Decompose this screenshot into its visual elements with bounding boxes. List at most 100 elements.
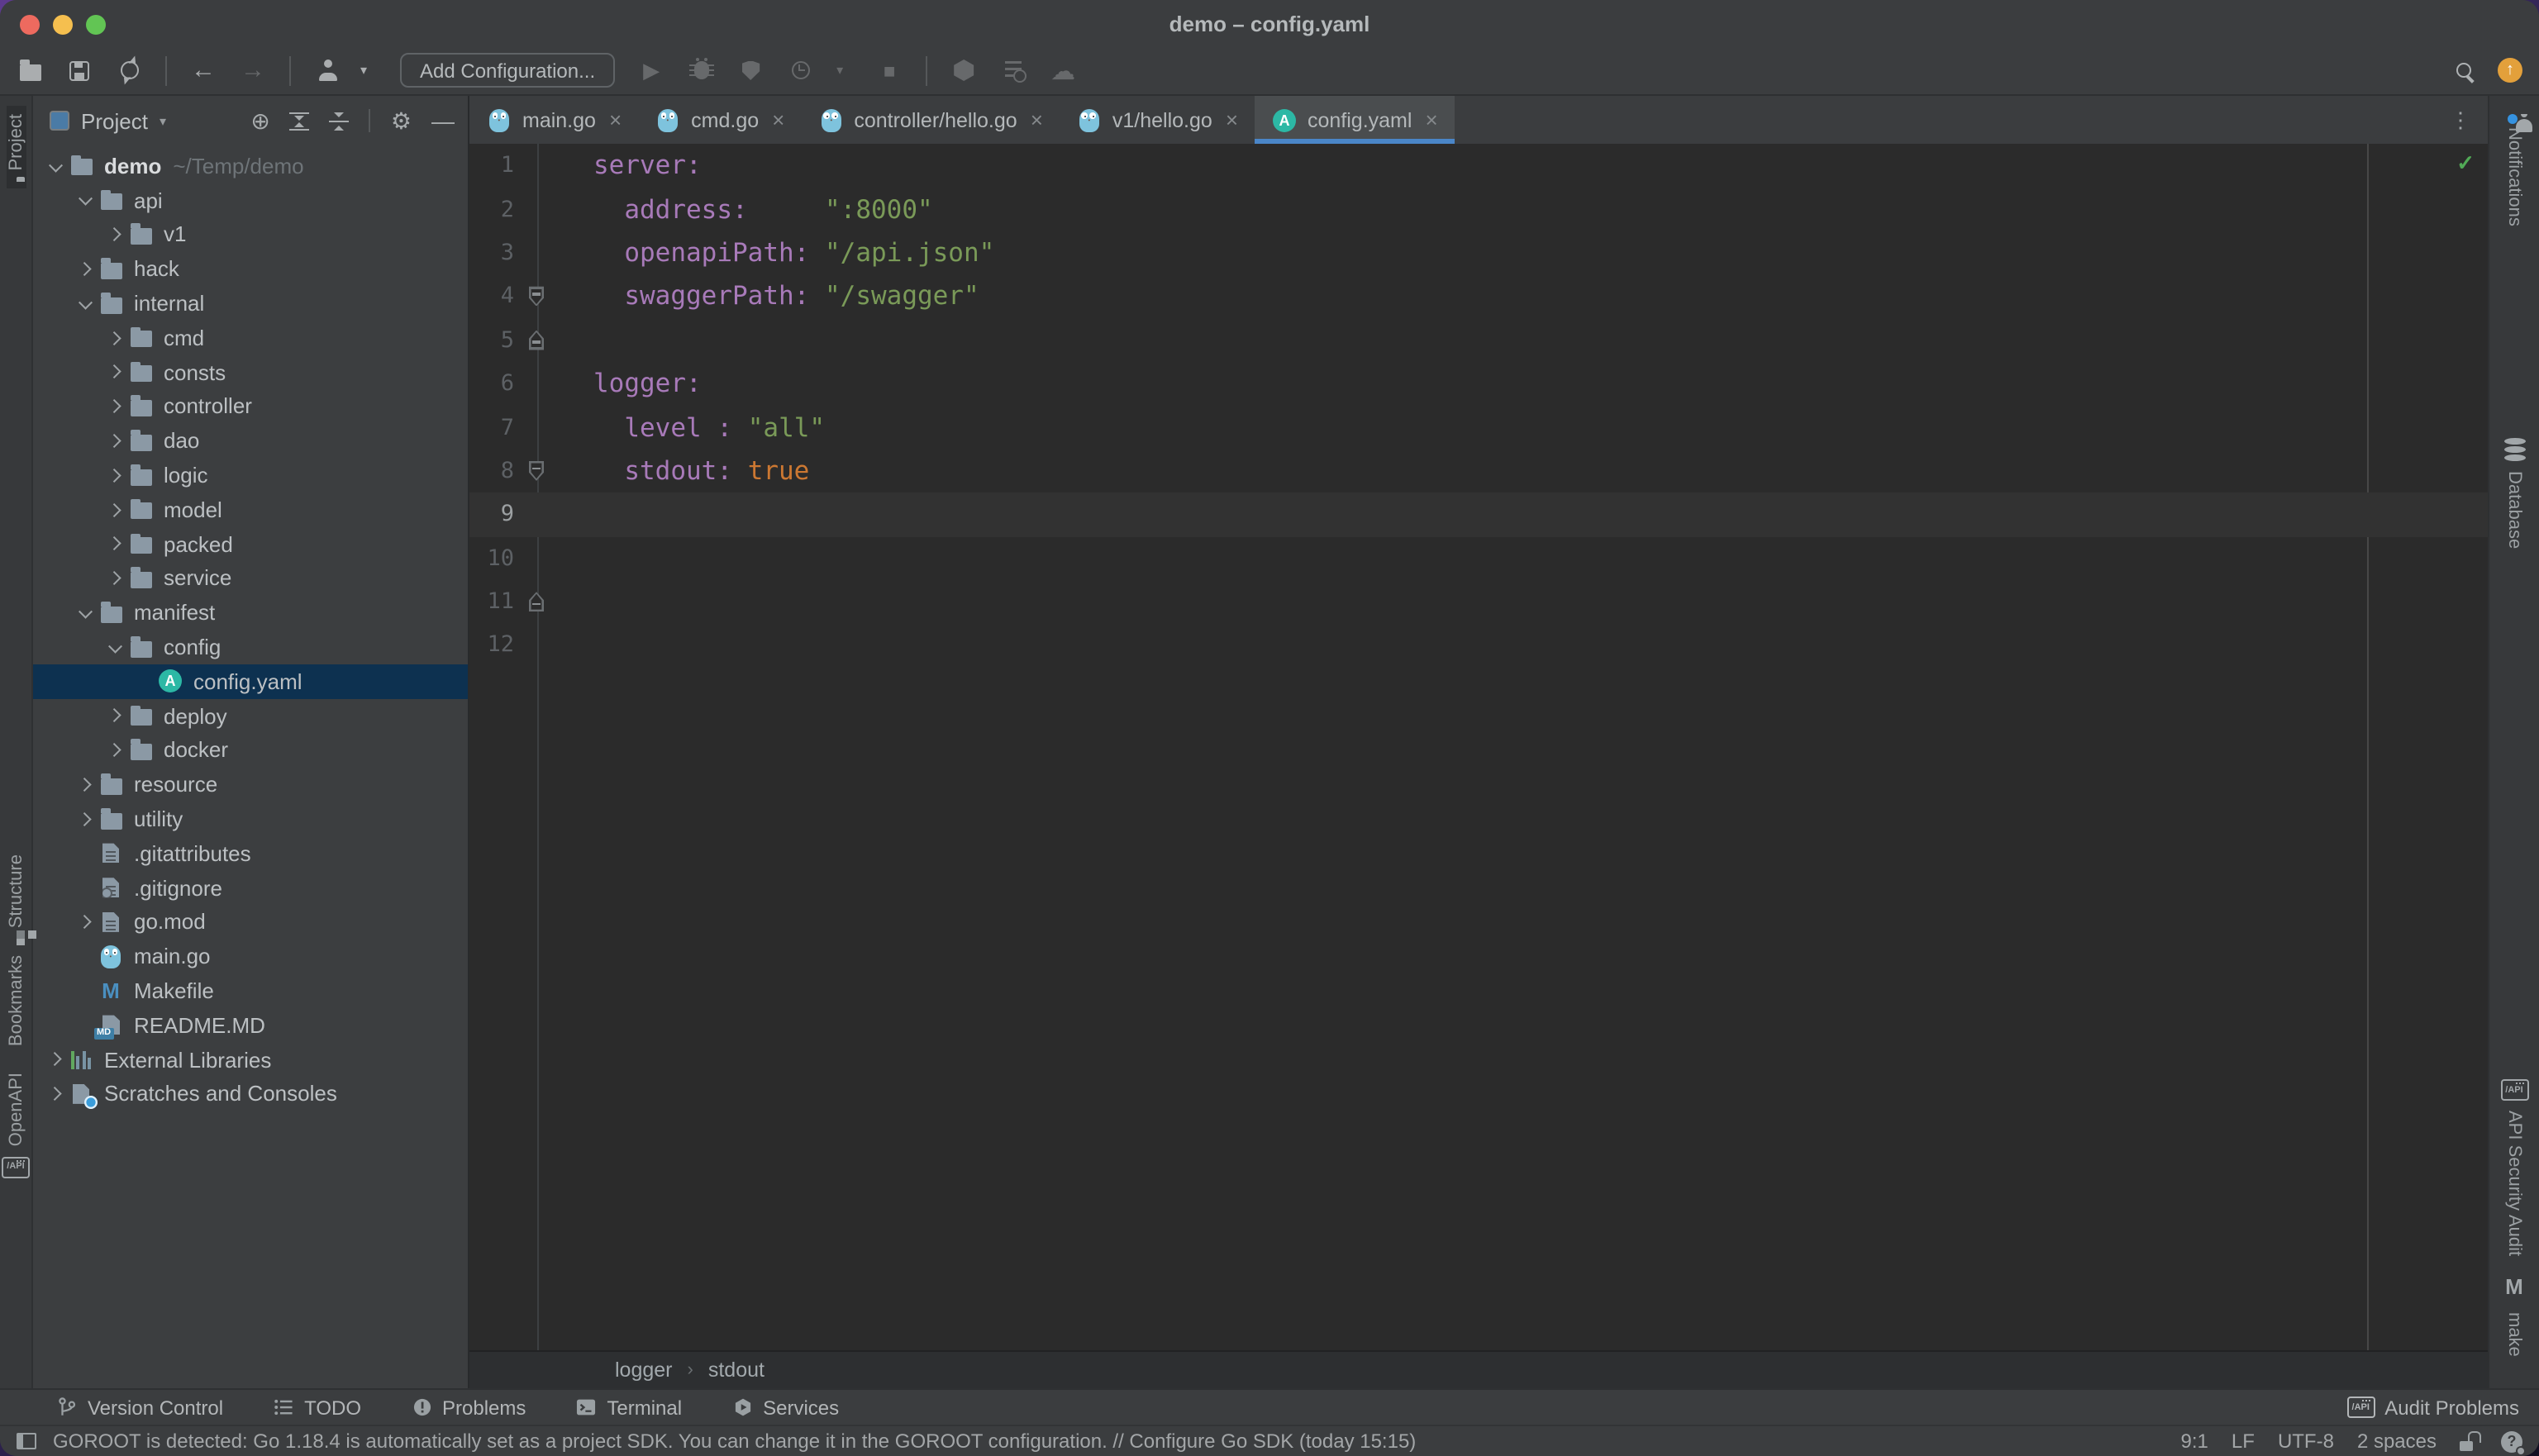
line-number[interactable]: 7: [469, 414, 514, 440]
stripe-item-openapi[interactable]: OpenAPI: [2, 1064, 30, 1186]
tree-row-main-go[interactable]: main.go: [33, 940, 468, 974]
chevron-right-icon[interactable]: [73, 815, 98, 824]
add-configuration-button[interactable]: Add Configuration...: [400, 53, 615, 88]
chevron-right-icon[interactable]: [43, 1055, 68, 1064]
project-view-dropdown-icon[interactable]: ▾: [160, 113, 166, 128]
toolwindow-todo[interactable]: TODO: [273, 1396, 361, 1419]
save-all-icon[interactable]: [66, 54, 93, 87]
tree-row-readme-md[interactable]: README.MD: [33, 1008, 468, 1043]
fold-start-icon[interactable]: [514, 287, 559, 307]
status-item-utf-8[interactable]: UTF-8: [2278, 1430, 2334, 1453]
editor-line-11[interactable]: 11: [469, 580, 2488, 624]
user-dropdown-icon[interactable]: ▾: [350, 54, 377, 87]
chevron-right-icon[interactable]: [102, 333, 127, 342]
editor-line-3[interactable]: 3 openapiPath: "/api.json": [469, 231, 2488, 275]
line-number[interactable]: 2: [469, 196, 514, 222]
editor-line-10[interactable]: 10: [469, 536, 2488, 580]
stripe-item-database[interactable]: Database: [2503, 430, 2525, 557]
fold-start-icon[interactable]: [514, 461, 559, 481]
chevron-right-icon[interactable]: [73, 264, 98, 274]
editor[interactable]: ✓ 1server:2 address: ":8000"3 openapiPat…: [469, 144, 2488, 1350]
line-number[interactable]: 3: [469, 240, 514, 266]
stop-icon[interactable]: ■: [876, 54, 903, 87]
lock-icon[interactable]: [2460, 1431, 2478, 1451]
status-message[interactable]: GOROOT is detected: Go 1.18.4 is automat…: [53, 1430, 1416, 1453]
status-item-2-spaces[interactable]: 2 spaces: [2357, 1430, 2437, 1453]
stripe-item-api-security-audit[interactable]: API Security Audit: [2500, 1071, 2528, 1264]
editor-line-12[interactable]: 12: [469, 624, 2488, 668]
close-tab-icon[interactable]: ×: [609, 107, 622, 132]
editor-line-7[interactable]: 7 level : "all": [469, 406, 2488, 450]
editor-line-8[interactable]: 8 stdout: true: [469, 449, 2488, 492]
editor-line-6[interactable]: 6logger:: [469, 362, 2488, 406]
tree-row-deploy[interactable]: deploy: [33, 699, 468, 734]
toolwindow-version-control[interactable]: Version Control: [56, 1396, 223, 1419]
tree-row-controller[interactable]: controller: [33, 389, 468, 424]
user-account-icon[interactable]: [314, 54, 341, 87]
chevron-right-icon[interactable]: [102, 745, 127, 754]
chevron-down-icon[interactable]: [73, 301, 98, 307]
tree-row-utility[interactable]: utility: [33, 802, 468, 836]
toolwindow-services[interactable]: Services: [731, 1396, 839, 1419]
line-number[interactable]: 6: [469, 370, 514, 397]
back-icon[interactable]: ←: [190, 54, 217, 87]
chevron-down-icon[interactable]: [102, 645, 127, 650]
close-tab-icon[interactable]: ×: [1425, 107, 1437, 132]
editor-line-4[interactable]: 4 swaggerPath: "/swagger": [469, 274, 2488, 318]
stripe-item-make[interactable]: make: [2504, 1264, 2524, 1365]
line-number[interactable]: 4: [469, 283, 514, 310]
tab-options-icon[interactable]: ⋮: [2433, 96, 2488, 144]
tree-row-model[interactable]: model: [33, 492, 468, 527]
close-tab-icon[interactable]: ×: [1226, 107, 1238, 132]
breadcrumb-logger[interactable]: logger: [615, 1358, 673, 1382]
tree-row-go-mod[interactable]: go.mod: [33, 905, 468, 940]
chevron-right-icon[interactable]: [102, 368, 127, 377]
update-available-icon[interactable]: ↑: [2498, 58, 2522, 83]
search-everywhere-icon[interactable]: [2450, 54, 2476, 87]
cloud-icon[interactable]: ☁: [1050, 54, 1076, 87]
locate-file-icon[interactable]: ⊕: [250, 109, 269, 132]
help-icon[interactable]: [2501, 1430, 2522, 1452]
chevron-right-icon[interactable]: [73, 917, 98, 926]
chevron-down-icon[interactable]: [73, 197, 98, 203]
profiler-icon[interactable]: [787, 54, 813, 87]
toolwindow-problems[interactable]: Problems: [411, 1396, 526, 1419]
tree-row-makefile[interactable]: Makefile: [33, 973, 468, 1008]
tree-row-dao[interactable]: dao: [33, 424, 468, 459]
tree-row-cmd[interactable]: cmd: [33, 321, 468, 355]
stripe-item-notifications[interactable]: Notifications: [2504, 109, 2524, 235]
chevron-right-icon[interactable]: [102, 471, 127, 480]
toolwindow-terminal[interactable]: Terminal: [575, 1396, 682, 1419]
tree-row-resource[interactable]: resource: [33, 768, 468, 802]
tool-window-toggle-icon[interactable]: [17, 1433, 36, 1449]
chevron-down-icon[interactable]: [43, 163, 68, 169]
project-panel-title[interactable]: Project: [81, 108, 148, 133]
stripe-item-structure[interactable]: Structure: [6, 847, 26, 947]
run-coverage-icon[interactable]: [737, 54, 764, 87]
chevron-right-icon[interactable]: [102, 540, 127, 549]
sync-icon[interactable]: [116, 54, 142, 87]
stripe-item-bookmarks[interactable]: Bookmarks: [6, 947, 26, 1064]
editor-line-2[interactable]: 2 address: ":8000": [469, 188, 2488, 231]
forward-icon[interactable]: →: [240, 54, 266, 87]
line-number[interactable]: 5: [469, 327, 514, 354]
line-number[interactable]: 8: [469, 458, 514, 484]
fold-end-icon[interactable]: [514, 331, 559, 350]
panel-settings-icon[interactable]: ⚙: [391, 109, 412, 132]
tab-controller-hello-go[interactable]: controller/hello.go×: [801, 96, 1060, 144]
tree-row-external-libraries[interactable]: External Libraries: [33, 1042, 468, 1077]
run-icon[interactable]: ▶: [638, 54, 665, 87]
chevron-right-icon[interactable]: [102, 436, 127, 445]
tab-v1-hello-go[interactable]: v1/hello.go×: [1060, 96, 1255, 144]
chevron-down-icon[interactable]: [73, 610, 98, 616]
hide-panel-icon[interactable]: —: [431, 109, 455, 132]
expand-all-icon[interactable]: [290, 112, 310, 130]
status-item-lf[interactable]: LF: [2232, 1430, 2255, 1453]
fold-end-icon[interactable]: [514, 592, 559, 611]
doc-search-icon[interactable]: [1000, 54, 1027, 87]
tab-main-go[interactable]: main.go×: [469, 96, 638, 144]
chevron-right-icon[interactable]: [102, 402, 127, 411]
stripe-item-project[interactable]: Project: [6, 106, 26, 189]
tree-row-manifest[interactable]: manifest: [33, 596, 468, 630]
tree-row-config-yaml[interactable]: config.yaml: [33, 664, 468, 699]
